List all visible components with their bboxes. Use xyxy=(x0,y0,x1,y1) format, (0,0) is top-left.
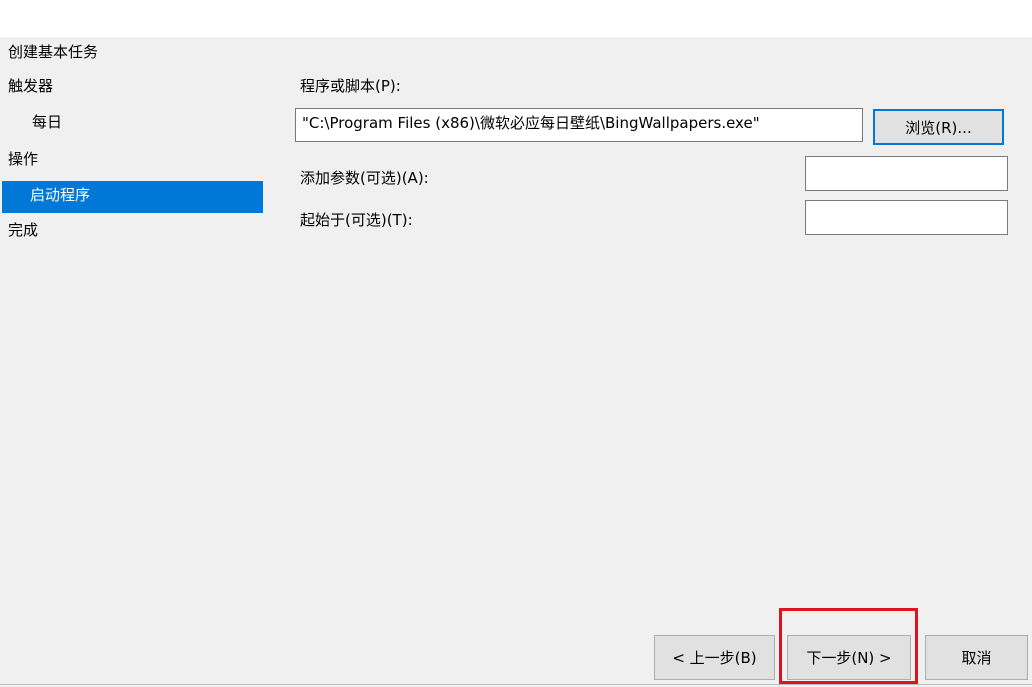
browse-button[interactable]: 浏览(R)... xyxy=(873,109,1004,145)
window-top-area xyxy=(0,0,1032,37)
start-in-input[interactable] xyxy=(805,200,1008,235)
cancel-button[interactable]: 取消 xyxy=(925,635,1028,680)
arguments-input[interactable] xyxy=(805,156,1008,191)
next-button[interactable]: 下一步(N) > xyxy=(787,635,911,680)
program-script-input[interactable]: "C:\Program Files (x86)\微软必应每日壁纸\BingWal… xyxy=(295,108,863,142)
next-button-label: 下一步(N) > xyxy=(806,649,892,667)
step-daily[interactable]: 每日 xyxy=(32,112,62,132)
step-finish[interactable]: 完成 xyxy=(8,220,38,240)
program-script-label: 程序或脚本(P): xyxy=(300,77,401,95)
step-action[interactable]: 操作 xyxy=(8,149,38,169)
wizard-title: 创建基本任务 xyxy=(8,43,99,61)
arguments-label: 添加参数(可选)(A): xyxy=(300,169,429,187)
browse-button-label: 浏览(R)... xyxy=(905,118,972,137)
back-button[interactable]: < 上一步(B) xyxy=(654,635,775,680)
cancel-button-label: 取消 xyxy=(961,649,992,667)
back-button-label: < 上一步(B) xyxy=(672,649,757,667)
step-trigger[interactable]: 触发器 xyxy=(8,76,53,96)
start-in-label: 起始于(可选)(T): xyxy=(300,211,413,229)
step-start-program[interactable]: 启动程序 xyxy=(2,181,263,213)
step-start-program-label: 启动程序 xyxy=(30,186,91,204)
bottom-divider xyxy=(0,684,1032,685)
